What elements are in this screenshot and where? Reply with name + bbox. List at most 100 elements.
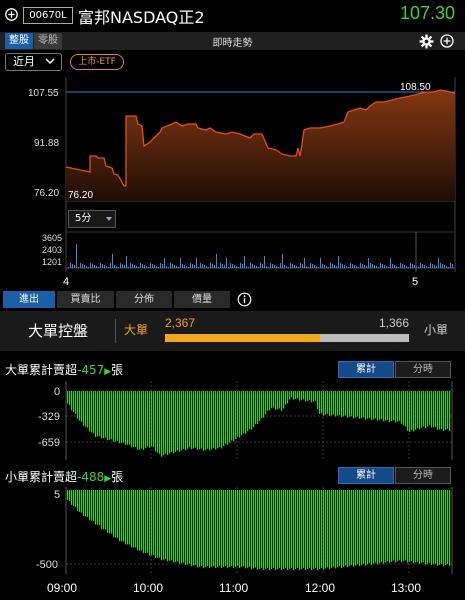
small-cum-bar <box>311 490 313 570</box>
small-cum-bar <box>159 490 161 558</box>
big-cum-bar <box>119 391 121 444</box>
price-tick-label: 91.88 <box>34 138 59 149</box>
volume-bar <box>444 265 445 268</box>
small-cum-bar <box>421 490 423 564</box>
volume-bar <box>68 267 69 268</box>
volume-bar <box>208 267 209 268</box>
small-cum-bar <box>181 490 183 564</box>
toggle-per-period[interactable]: 分時 <box>395 361 451 378</box>
ratio-bar-fill <box>165 334 320 342</box>
small-cum-bar <box>275 490 277 570</box>
volume-bar <box>272 264 273 268</box>
big-cum-bar <box>351 391 353 417</box>
volume-bar <box>362 264 363 268</box>
volume-bar <box>428 267 429 268</box>
toggle-per-period-small[interactable]: 分時 <box>395 467 451 484</box>
volume-bar <box>180 258 181 268</box>
volume-bar <box>354 265 355 268</box>
gear-icon[interactable] <box>419 34 434 49</box>
volume-bar <box>86 266 87 268</box>
small-cum-bar <box>241 490 243 568</box>
small-cum-bar <box>247 490 249 568</box>
tab-flow[interactable]: 進出 <box>3 291 55 308</box>
volume-bar <box>226 258 227 268</box>
tab-odd-lot[interactable]: 零股 <box>34 33 62 49</box>
small-cum-bar <box>157 490 159 558</box>
small-cum-bar <box>279 490 281 568</box>
volume-bar <box>342 264 343 268</box>
block-trade-panel: 大單控盤 大單 2,367 1,366 小單 <box>0 311 465 351</box>
small-cum-bar <box>297 490 299 568</box>
volume-bar <box>376 266 377 268</box>
small-cum-bar <box>173 490 175 563</box>
volume-bar <box>76 244 77 268</box>
small-cum-bar <box>349 490 351 567</box>
volume-bar <box>302 264 303 268</box>
volume-bar <box>338 256 339 268</box>
volume-bar <box>132 264 133 268</box>
small-cum-bar <box>381 490 383 562</box>
small-cum-bar <box>93 490 95 522</box>
tab-buy-sell-ratio[interactable]: 買賣比 <box>57 291 114 308</box>
big-cum-bar <box>337 391 339 416</box>
volume-bar <box>262 264 263 268</box>
volume-bar <box>202 264 203 268</box>
small-cum-bar <box>69 490 71 501</box>
volume-bar <box>238 267 239 268</box>
volume-bar <box>162 264 163 268</box>
volume-bar <box>430 263 431 268</box>
big-cum-bar <box>317 391 319 409</box>
small-cum-bar <box>171 490 173 561</box>
volume-bar <box>330 263 331 268</box>
volume-bar <box>90 263 91 268</box>
big-cum-bar <box>87 391 89 428</box>
big-cum-bar <box>421 391 423 428</box>
small-cum-bar <box>373 490 375 564</box>
small-cum-bar <box>193 490 195 566</box>
small-cum-bar <box>423 490 425 563</box>
big-cum-bar <box>433 391 435 428</box>
info-icon[interactable] <box>237 292 252 307</box>
small-cum-bar <box>441 490 443 564</box>
volume-bar <box>130 263 131 268</box>
toggle-cumulative-small[interactable]: 累計 <box>338 467 394 484</box>
small-cum-bar <box>393 490 395 561</box>
big-cum-bar <box>359 391 361 419</box>
big-cum-bar <box>255 391 257 424</box>
price-chart[interactable]: 107.55 91.88 76.20 108.50 76.20 3605 240… <box>0 72 465 290</box>
big-cum-bar <box>245 391 247 434</box>
small-cum-bar <box>233 490 235 568</box>
tab-distribution[interactable]: 分佈 <box>116 291 172 308</box>
big-cum-bar <box>423 391 425 427</box>
toggle-cumulative[interactable]: 累計 <box>338 361 394 378</box>
interval-select[interactable]: 5分 <box>68 210 116 228</box>
small-cum-chart[interactable]: 5 -500 09:00 10:00 11:00 12:00 13:00 <box>0 484 465 600</box>
tab-price-volume[interactable]: 價量 <box>174 291 230 308</box>
big-cum-bar <box>295 391 297 399</box>
small-cum-bar <box>191 490 193 567</box>
volume-bar <box>246 266 247 268</box>
small-cum-bar <box>71 490 73 505</box>
add-watchlist-icon[interactable] <box>5 8 18 21</box>
small-cum-bar <box>151 490 153 556</box>
volume-bar <box>446 266 447 268</box>
stock-code[interactable]: 00670L <box>23 7 73 24</box>
small-cum-bar <box>231 490 233 566</box>
big-cum-bar <box>191 391 193 450</box>
big-cum-chart[interactable]: 0 -329 -659 <box>0 378 465 463</box>
small-cum-bar <box>449 490 451 566</box>
big-cum-bar <box>171 391 173 453</box>
small-cum-bar <box>131 490 133 548</box>
add-indicator-icon[interactable] <box>440 34 454 48</box>
volume-tick-label: 1201 <box>42 257 62 267</box>
small-cum-bar <box>445 490 447 565</box>
volume-bar <box>194 265 195 268</box>
small-cum-bar <box>141 490 143 551</box>
small-cum-bar <box>165 490 167 559</box>
volume-bar <box>220 263 221 268</box>
volume-bar <box>402 264 403 268</box>
big-cum-bar <box>211 391 213 450</box>
big-cum-bar <box>177 391 179 451</box>
tab-board-lot[interactable]: 整股 <box>5 33 33 49</box>
volume-bar <box>404 265 405 268</box>
